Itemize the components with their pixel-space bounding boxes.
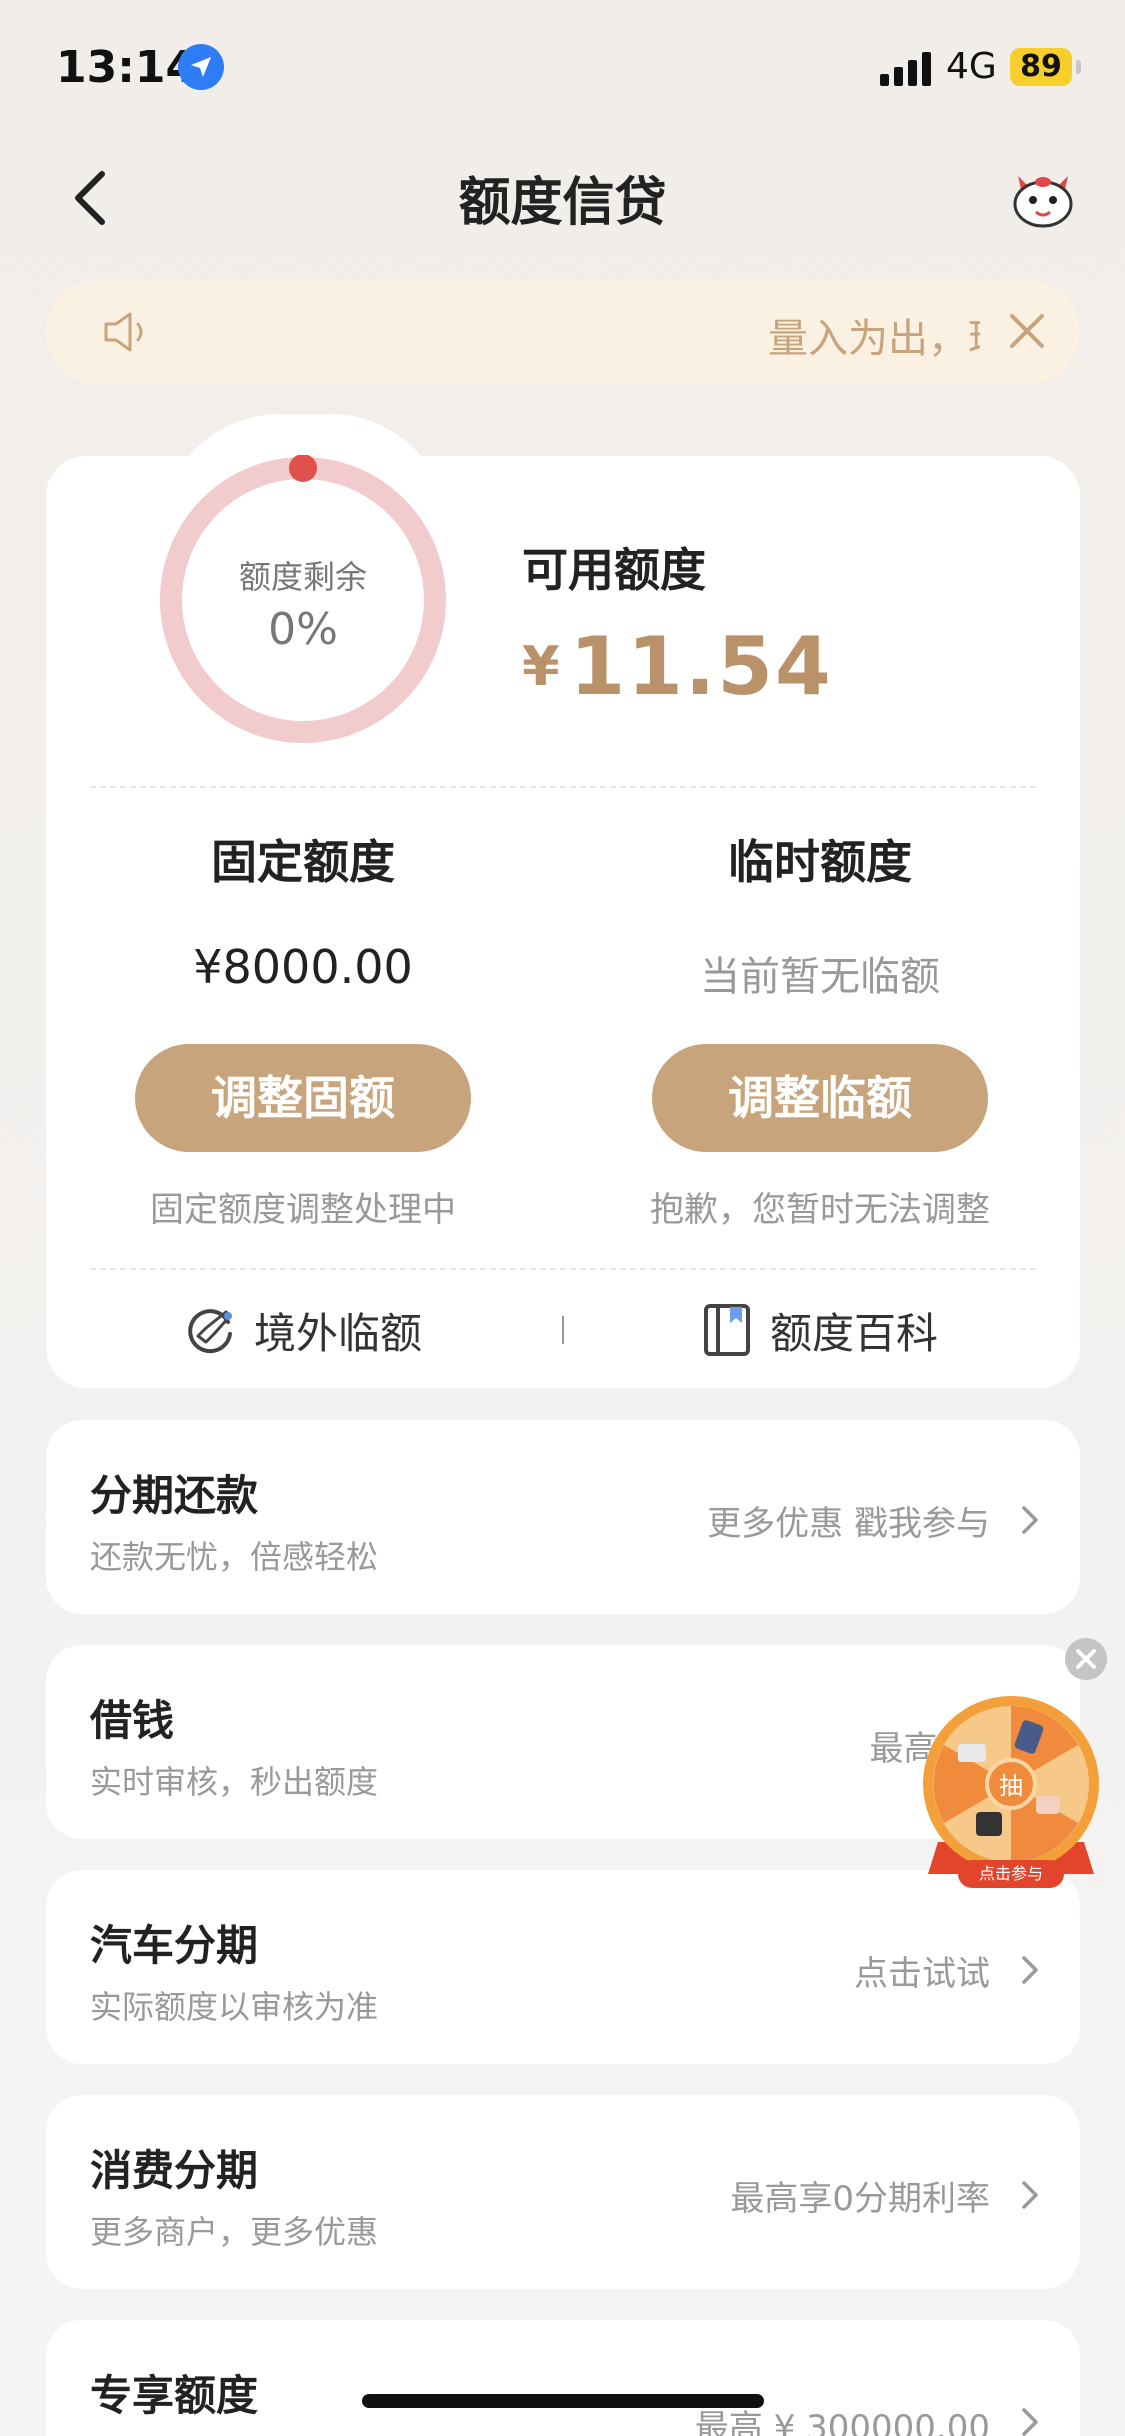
close-icon[interactable] — [1004, 308, 1050, 354]
fixed-credit-note: 固定额度调整处理中 — [150, 1190, 456, 1230]
chevron-right-icon — [1022, 1506, 1038, 1534]
link-divider — [562, 1316, 564, 1344]
fixed-credit-value: ¥8000.00 — [193, 940, 413, 994]
list-item-consumer-installment[interactable]: 消费分期 更多商户，更多优惠 最高享0分期利率 — [46, 2095, 1080, 2289]
credit-wiki-link[interactable]: 额度百科 — [702, 1300, 938, 1360]
status-bar: 13:14 4G 89 — [0, 0, 1125, 130]
notice-bar[interactable]: 量入为出，理性消费 — [46, 280, 1080, 384]
list-item-value: 点击试试 — [854, 1954, 990, 1994]
wheel-label[interactable]: 点击参与 — [958, 1860, 1064, 1888]
status-time: 13:14 — [56, 42, 197, 93]
remaining-ring — [160, 455, 446, 743]
list-item-value: 更多优惠 戳我参与 — [707, 1504, 990, 1544]
adjust-fixed-button[interactable]: 调整固额 — [135, 1044, 471, 1152]
list-item-title: 分期还款 — [90, 1471, 259, 1520]
remaining-percent: 0% — [268, 604, 338, 655]
chevron-right-icon — [1022, 1956, 1038, 1984]
list-item-title: 借钱 — [90, 1696, 175, 1745]
battery-icon: 89 — [1010, 48, 1072, 86]
list-item-value: 最高享0分期利率 — [730, 2179, 990, 2219]
location-arrow-icon — [178, 44, 224, 90]
list-item-title: 消费分期 — [90, 2146, 259, 2195]
book-icon — [704, 1304, 750, 1356]
wheel-center-label: 抽 — [999, 1772, 1023, 1800]
list-item-subtitle: 还款无忧，倍感轻松 — [90, 1538, 379, 1576]
list-item-exclusive-credit[interactable]: 专享额度 最高 ¥ 300000.00 — [46, 2320, 1080, 2436]
available-label: 可用额度 — [522, 543, 706, 597]
temp-credit-value: 当前暂无临额 — [700, 954, 940, 1000]
available-amount-value: 11.54 — [569, 620, 833, 713]
available-amount: ¥11.54 — [522, 620, 833, 713]
currency-symbol: ¥ — [522, 635, 560, 698]
credit-wiki-label: 额度百科 — [770, 1308, 939, 1358]
fixed-credit-title: 固定额度 — [211, 835, 395, 889]
list-item-subtitle: 实时审核，秒出额度 — [90, 1763, 379, 1801]
speaker-icon — [104, 312, 143, 352]
chevron-right-icon — [1022, 2181, 1038, 2209]
list-item-car-installment[interactable]: 汽车分期 实际额度以审核为准 点击试试 — [46, 1870, 1080, 2064]
remaining-label: 额度剩余 — [238, 558, 367, 596]
close-floating-icon[interactable] — [1065, 1638, 1107, 1680]
list-item-installment-repay[interactable]: 分期还款 还款无忧，倍感轻松 更多优惠 戳我参与 — [46, 1420, 1080, 1614]
divider — [90, 786, 1036, 788]
temp-credit-note: 抱歉，您暂时无法调整 — [650, 1190, 990, 1230]
list-item-subtitle: 更多商户，更多优惠 — [90, 2213, 379, 2251]
page-title: 额度信贷 — [458, 173, 667, 233]
overseas-temp-credit-label: 境外临额 — [254, 1308, 423, 1358]
list-item-title: 专享额度 — [90, 2371, 259, 2420]
overseas-plane-icon — [188, 1309, 232, 1354]
cellular-signal-icon — [880, 52, 931, 86]
adjust-temp-button[interactable]: 调整临额 — [652, 1044, 988, 1152]
home-indicator — [362, 2394, 764, 2408]
battery-cap — [1076, 60, 1081, 74]
list-item-title: 汽车分期 — [90, 1921, 259, 1970]
mascot-icon[interactable] — [1008, 166, 1078, 230]
overseas-temp-credit-link[interactable]: 境外临额 — [184, 1300, 422, 1360]
network-type: 4G — [946, 46, 997, 87]
notice-text: 量入为出，理性消费 — [768, 316, 980, 362]
chevron-right-icon — [1022, 2408, 1038, 2436]
list-item-subtitle: 实际额度以审核为准 — [90, 1988, 379, 2026]
divider — [90, 1268, 1036, 1270]
temp-credit-title: 临时额度 — [728, 835, 912, 889]
